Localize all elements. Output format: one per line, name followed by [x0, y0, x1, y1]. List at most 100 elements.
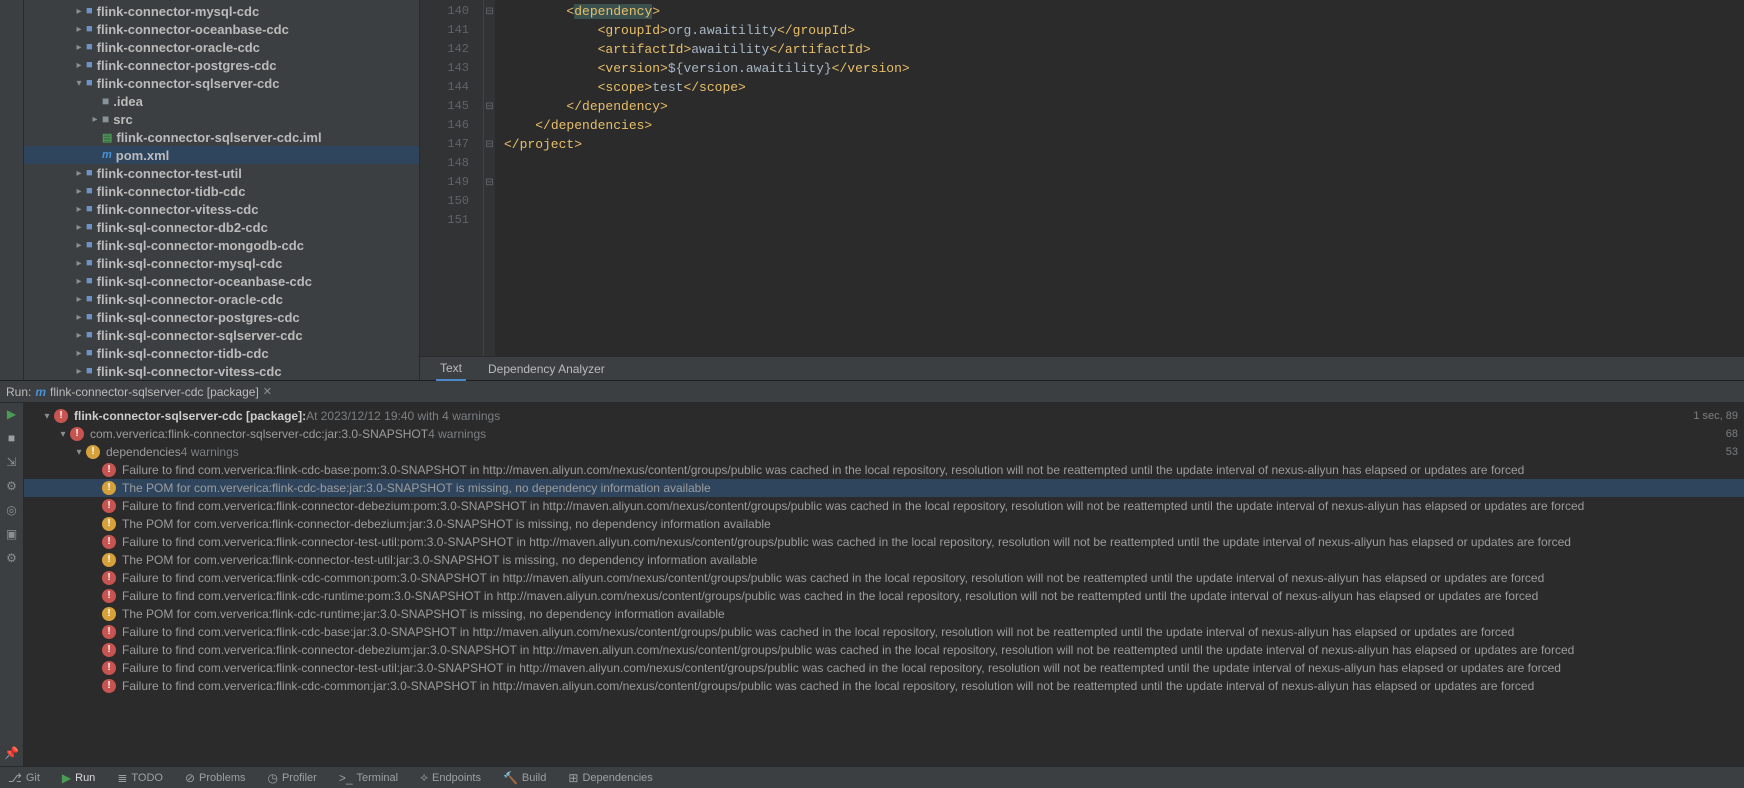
line-number[interactable]: 150	[420, 192, 469, 211]
code-line[interactable]: </project>	[504, 135, 1744, 154]
tree-item[interactable]: ▸■flink-sql-connector-vitess-cdc	[24, 362, 419, 380]
line-number[interactable]: 148	[420, 154, 469, 173]
log-row[interactable]: ▾!dependencies 4 warnings53	[24, 443, 1744, 461]
chevron-right-icon[interactable]: ▸	[72, 60, 86, 71]
tree-item[interactable]: ▸■flink-sql-connector-postgres-cdc	[24, 308, 419, 326]
tree-item[interactable]: ▾■flink-connector-sqlserver-cdc	[24, 74, 419, 92]
log-row[interactable]: !Failure to find com.ververica:flink-con…	[24, 497, 1744, 515]
line-number[interactable]: 141	[420, 21, 469, 40]
line-number[interactable]: 146	[420, 116, 469, 135]
tree-item[interactable]: ▸■flink-connector-mysql-cdc	[24, 2, 419, 20]
fold-mark[interactable]: ⊟	[484, 2, 495, 21]
tree-item[interactable]: ▸■src	[24, 110, 419, 128]
chevron-right-icon[interactable]: ▸	[72, 366, 86, 377]
tree-item[interactable]: ▸■flink-sql-connector-mongodb-cdc	[24, 236, 419, 254]
close-icon[interactable]: ✕	[263, 385, 272, 398]
chevron-right-icon[interactable]: ▸	[72, 186, 86, 197]
tree-item[interactable]: ▸■flink-connector-oracle-cdc	[24, 38, 419, 56]
code-line[interactable]: <groupId>org.awaitility</groupId>	[504, 21, 1744, 40]
tree-item[interactable]: ▸■flink-connector-oceanbase-cdc	[24, 20, 419, 38]
target-icon[interactable]: ◎	[6, 503, 16, 517]
tree-item[interactable]: ▸■flink-sql-connector-oracle-cdc	[24, 290, 419, 308]
code-line[interactable]: <dependency>	[504, 2, 1744, 21]
chevron-right-icon[interactable]: ▸	[72, 168, 86, 179]
bottom-tool-profiler[interactable]: ◷Profiler	[263, 771, 320, 785]
tree-item[interactable]: ▸■flink-connector-tidb-cdc	[24, 182, 419, 200]
fold-mark[interactable]: ⊟	[484, 173, 495, 192]
log-row[interactable]: !Failure to find com.ververica:flink-cdc…	[24, 587, 1744, 605]
stop-icon[interactable]: ■	[8, 431, 15, 445]
line-number[interactable]: 143	[420, 59, 469, 78]
code-line[interactable]: </dependencies>	[504, 116, 1744, 135]
tab-dependency-analyzer[interactable]: Dependency Analyzer	[484, 358, 609, 380]
fold-strip[interactable]: ⊟ ⊟ ⊟ ⊟	[484, 0, 496, 356]
chevron-right-icon[interactable]: ▸	[72, 258, 86, 269]
code-line[interactable]: <scope>test</scope>	[504, 78, 1744, 97]
code-line[interactable]: <artifactId>awaitility</artifactId>	[504, 40, 1744, 59]
bottom-tool-endpoints[interactable]: ⟡Endpoints	[416, 770, 485, 785]
log-row[interactable]: !Failure to find com.ververica:flink-cdc…	[24, 677, 1744, 695]
chevron-right-icon[interactable]: ▸	[72, 24, 86, 35]
line-number[interactable]: 147	[420, 135, 469, 154]
log-row[interactable]: ▾!flink-connector-sqlserver-cdc [package…	[24, 407, 1744, 425]
chevron-down-icon[interactable]: ▾	[72, 78, 86, 89]
line-number[interactable]: 142	[420, 40, 469, 59]
filter-icon[interactable]: ⚙	[6, 479, 17, 493]
tree-item[interactable]: ■.idea	[24, 92, 419, 110]
chevron-right-icon[interactable]: ▸	[72, 42, 86, 53]
fold-mark[interactable]: ⊟	[484, 97, 495, 116]
tree-item[interactable]: ▸■flink-sql-connector-sqlserver-cdc	[24, 326, 419, 344]
rerun-icon[interactable]: ▶	[7, 407, 16, 421]
code-line[interactable]: </dependency>	[504, 97, 1744, 116]
run-config-name[interactable]: flink-connector-sqlserver-cdc [package]	[50, 385, 259, 399]
bottom-tool-terminal[interactable]: >_Terminal	[335, 771, 402, 785]
expand-icon[interactable]: ⇲	[6, 455, 16, 469]
log-row[interactable]: ▾!com.ververica:flink-connector-sqlserve…	[24, 425, 1744, 443]
bottom-tool-dependencies[interactable]: ⊞Dependencies	[564, 771, 656, 785]
log-row[interactable]: !Failure to find com.ververica:flink-cdc…	[24, 569, 1744, 587]
chevron-down-icon[interactable]: ▾	[56, 429, 70, 440]
log-row[interactable]: !The POM for com.ververica:flink-cdc-run…	[24, 605, 1744, 623]
chevron-right-icon[interactable]: ▸	[88, 114, 102, 125]
fold-mark[interactable]: ⊟	[484, 135, 495, 154]
chevron-right-icon[interactable]: ▸	[72, 330, 86, 341]
bottom-tool-todo[interactable]: ≣TODO	[113, 771, 167, 785]
chevron-right-icon[interactable]: ▸	[72, 6, 86, 17]
pin-icon[interactable]: 📌	[4, 746, 19, 760]
tree-item[interactable]: mpom.xml	[24, 146, 419, 164]
tree-item[interactable]: ▸■flink-connector-test-util	[24, 164, 419, 182]
tree-item[interactable]: ▸■flink-sql-connector-mysql-cdc	[24, 254, 419, 272]
chevron-right-icon[interactable]: ▸	[72, 204, 86, 215]
line-number[interactable]: 149	[420, 173, 469, 192]
log-row[interactable]: !Failure to find com.ververica:flink-con…	[24, 533, 1744, 551]
tree-item[interactable]: ▤flink-connector-sqlserver-cdc.iml	[24, 128, 419, 146]
log-row[interactable]: !The POM for com.ververica:flink-cdc-bas…	[24, 479, 1744, 497]
chevron-right-icon[interactable]: ▸	[72, 276, 86, 287]
tab-text[interactable]: Text	[436, 357, 466, 381]
bottom-tool-problems[interactable]: ⊘Problems	[181, 771, 250, 785]
chevron-right-icon[interactable]: ▸	[72, 348, 86, 359]
line-number[interactable]: 140	[420, 2, 469, 21]
tree-item[interactable]: ▸■flink-sql-connector-oceanbase-cdc	[24, 272, 419, 290]
tree-item[interactable]: ▸■flink-connector-vitess-cdc	[24, 200, 419, 218]
log-row[interactable]: !The POM for com.ververica:flink-connect…	[24, 515, 1744, 533]
chevron-right-icon[interactable]: ▸	[72, 240, 86, 251]
bottom-tool-run[interactable]: ▶Run	[58, 771, 99, 785]
project-tree[interactable]: ▸■flink-connector-mysql-cdc▸■flink-conne…	[24, 0, 420, 380]
chevron-right-icon[interactable]: ▸	[72, 222, 86, 233]
camera-icon[interactable]: ▣	[6, 527, 17, 541]
bottom-tool-git[interactable]: ⎇Git	[4, 771, 44, 785]
chevron-down-icon[interactable]: ▾	[40, 411, 54, 422]
log-row[interactable]: !The POM for com.ververica:flink-connect…	[24, 551, 1744, 569]
code-editor[interactable]: <dependency> <groupId>org.awaitility</gr…	[496, 0, 1744, 356]
settings-icon[interactable]: ⚙	[6, 551, 17, 565]
chevron-right-icon[interactable]: ▸	[72, 294, 86, 305]
tree-item[interactable]: ▸■flink-connector-postgres-cdc	[24, 56, 419, 74]
log-row[interactable]: !Failure to find com.ververica:flink-cdc…	[24, 623, 1744, 641]
run-output-tree[interactable]: ▾!flink-connector-sqlserver-cdc [package…	[24, 403, 1744, 766]
log-row[interactable]: !Failure to find com.ververica:flink-con…	[24, 641, 1744, 659]
tree-item[interactable]: ▸■flink-sql-connector-db2-cdc	[24, 218, 419, 236]
chevron-down-icon[interactable]: ▾	[72, 447, 86, 458]
log-row[interactable]: !Failure to find com.ververica:flink-con…	[24, 659, 1744, 677]
code-line[interactable]: <version>${version.awaitility}</version>	[504, 59, 1744, 78]
